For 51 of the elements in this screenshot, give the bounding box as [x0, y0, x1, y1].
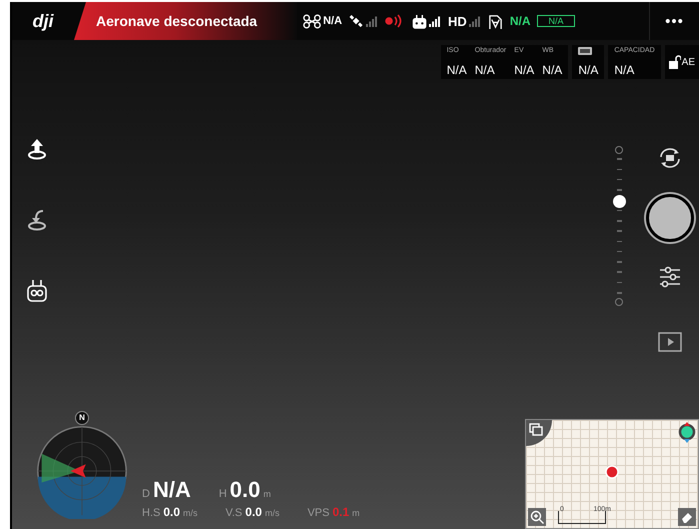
telemetry-value: 0.1 — [332, 505, 350, 519]
param-value[interactable]: N/A — [614, 63, 655, 77]
param-value[interactable]: N/A — [578, 63, 598, 77]
layers-button[interactable] — [526, 420, 552, 446]
telemetry-label: H — [218, 488, 227, 500]
telemetry-value: N/A — [152, 477, 191, 503]
telemetry-label: D — [142, 488, 150, 500]
return-home-icon[interactable] — [25, 208, 49, 232]
remote-controller-icon[interactable] — [25, 279, 49, 303]
ae-lock-button[interactable]: AE — [664, 45, 699, 79]
zoom-icon — [530, 510, 544, 524]
eraser-button[interactable] — [678, 508, 696, 526]
slider-end-icon — [615, 298, 623, 306]
playback-icon[interactable] — [658, 332, 682, 352]
param-value[interactable]: N/A — [446, 63, 467, 77]
telemetry-unit: m/s — [183, 508, 198, 518]
slider-thumb[interactable] — [612, 194, 626, 208]
zoom-button[interactable] — [528, 508, 546, 526]
param-value[interactable]: N/A — [542, 63, 562, 77]
telemetry-unit: m — [352, 508, 360, 518]
param-value[interactable]: N/A — [514, 63, 534, 77]
eraser-icon — [680, 510, 694, 524]
telemetry-unit: m — [263, 489, 271, 499]
compass-north: N — [75, 411, 89, 425]
satellite-icon — [349, 14, 364, 28]
mode-status: N/A — [510, 14, 530, 28]
telemetry-unit: m/s — [264, 508, 280, 518]
logo: dji — [32, 10, 55, 32]
hd-label: HD — [448, 14, 467, 28]
remote-icon — [412, 14, 428, 28]
settings-sliders-icon[interactable] — [658, 266, 682, 288]
shutter-button[interactable] — [646, 194, 694, 242]
telemetry-value: 0.0 — [163, 505, 180, 519]
vision-icon — [488, 12, 503, 30]
battery-indicator: N/A — [537, 15, 574, 27]
drone-icon — [303, 14, 322, 28]
telemetry-label: H.S — [142, 507, 160, 519]
param-value[interactable]: N/A — [474, 63, 506, 77]
telemetry-value: 0.0 — [230, 477, 260, 503]
telemetry-label: V.S — [226, 507, 242, 519]
unlocked-icon — [668, 55, 681, 69]
home-marker-icon — [678, 422, 696, 444]
slider-end-icon — [615, 146, 623, 154]
takeoff-icon[interactable] — [25, 137, 49, 161]
aircraft-marker-icon — [605, 465, 619, 479]
telemetry-value: 0.0 — [245, 505, 262, 519]
window-title: Aeronave desconectada — [96, 13, 258, 29]
format-icon — [578, 47, 592, 55]
drone-status: N/A — [323, 15, 342, 27]
layers-icon — [529, 423, 543, 437]
telemetry-label: VPS — [307, 507, 330, 519]
